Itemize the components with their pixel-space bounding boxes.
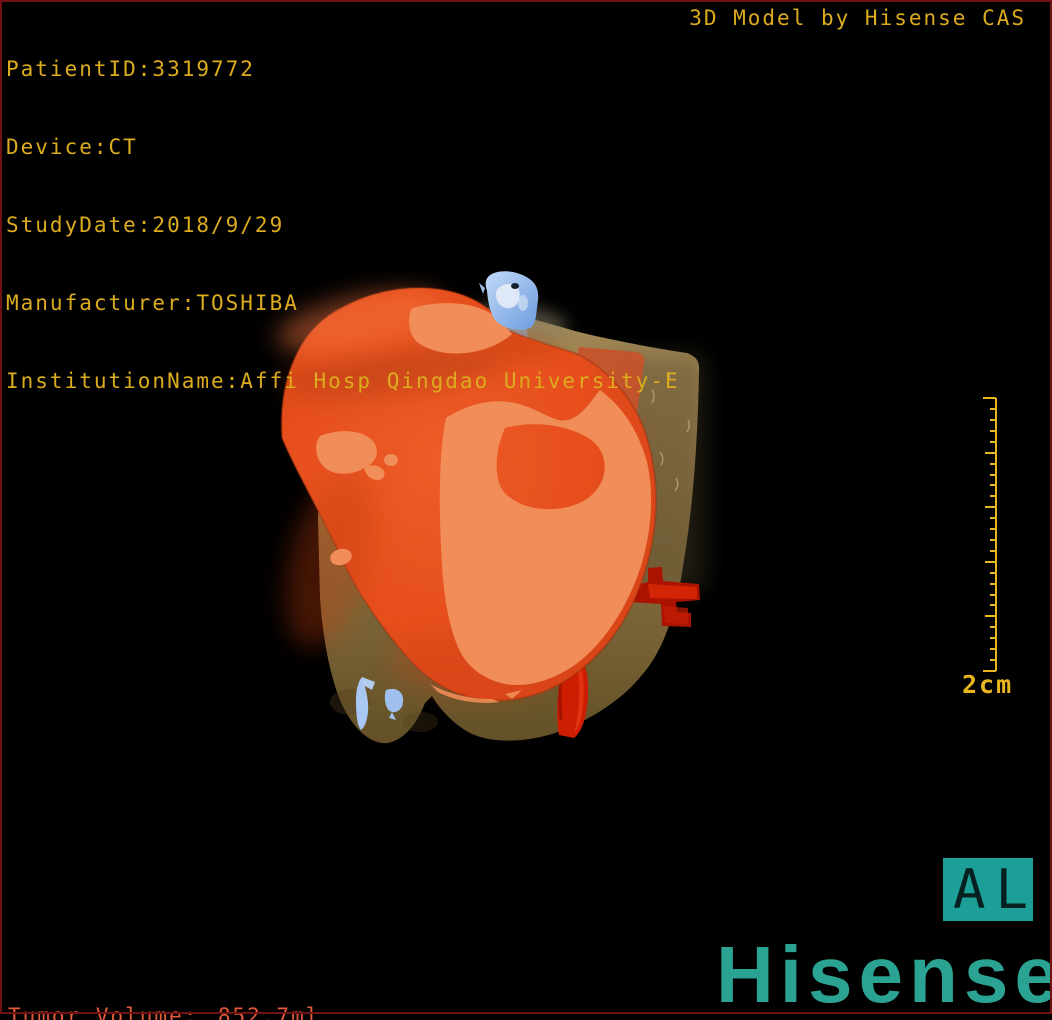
study-date: StudyDate:2018/9/29: [6, 213, 285, 237]
volume-readouts: Tumor Volume:852.7ml Liver Volume:1769.7…: [8, 951, 320, 1020]
tumor-volume-label: Tumor Volume:: [8, 1004, 199, 1020]
orientation-marker[interactable]: AL: [943, 858, 1033, 921]
patient-id: PatientID:3319772: [6, 57, 255, 81]
viewer-title: 3D Model by Hisense CAS: [689, 6, 1026, 30]
scale-label: 2cm: [962, 670, 1014, 699]
institution-name: InstitutionName:Affi Hosp Qingdao Univer…: [6, 369, 680, 393]
viewer-window: PatientID:3319772 Device:CT StudyDate:20…: [0, 0, 1052, 1020]
scale-ruler: [983, 397, 997, 672]
hisense-logo: Hisense: [716, 942, 1052, 1012]
tumor-volume-row: Tumor Volume: 852.7ml: [8, 1003, 320, 1020]
patient-info-block: PatientID:3319772 Device:CT StudyDate:20…: [6, 4, 680, 446]
manufacturer: Manufacturer:TOSHIBA: [6, 291, 299, 315]
tumor-volume-value: 852.7ml: [217, 1004, 321, 1020]
device: Device:CT: [6, 135, 138, 159]
